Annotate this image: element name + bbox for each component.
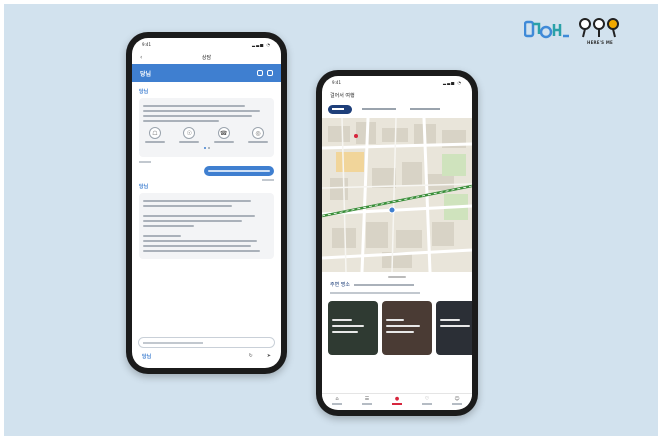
heresme-logo (579, 18, 619, 38)
home-icon: ⌂ (335, 396, 339, 402)
filter-chips (322, 102, 472, 116)
quick-menu-item[interactable]: ◎ (246, 127, 270, 143)
quick-menu-item[interactable]: ☉ (177, 127, 201, 143)
header-logo: 당님 (140, 70, 152, 78)
bot-avatar: 당님 (139, 184, 149, 190)
message-input[interactable] (138, 337, 275, 348)
chat-title: 상담 (201, 54, 212, 61)
profile-icon: ☺ (454, 396, 460, 402)
nearby-subtitle (330, 292, 420, 294)
chat-bottom-bar: 당님 ↻ ➤ (132, 350, 281, 362)
tab-favorites[interactable]: ♡ (422, 396, 432, 405)
quick-menu-item[interactable]: ☖ (143, 127, 167, 143)
menu-icon[interactable] (267, 70, 273, 76)
filter-chip-active[interactable] (328, 104, 352, 114)
heresme-caption: HERE'S ME (587, 40, 613, 45)
sheet-handle[interactable] (388, 276, 406, 278)
send-icon[interactable]: ➤ (267, 353, 271, 359)
status-bar: 9:41 ▂▃▅ ◔ (322, 76, 472, 88)
location-icon: ☉ (183, 127, 196, 139)
filter-chip[interactable] (358, 105, 400, 114)
place-card[interactable] (436, 301, 472, 355)
chat-header: 당님 (132, 64, 281, 82)
timestamp (262, 179, 274, 181)
tab-profile[interactable]: ☺ (452, 396, 462, 405)
bottom-logo: 당님 (142, 353, 152, 360)
status-bar: 9:41 ▂▃▅ ◔ (132, 38, 281, 50)
back-icon[interactable]: ‹ (140, 54, 142, 61)
phone-icon: ☎ (217, 127, 230, 139)
list-icon: ☰ (364, 396, 370, 402)
nearby-title-text: 주변 명소 (330, 282, 350, 288)
filter-chip[interactable] (406, 105, 444, 114)
bot-message (139, 193, 274, 259)
carousel-dots (143, 147, 270, 149)
map-pin-icon: ● (394, 396, 400, 402)
bottom-tab-bar: ⌂ ☰ ● ♡ ☺ (322, 393, 472, 407)
user-message-row (139, 166, 274, 176)
chat-title-bar: ‹ 상담 (132, 50, 281, 64)
status-icons: ▂▃▅ ◔ (252, 41, 271, 47)
map-page-title: 걸어서 여행 (330, 92, 355, 99)
phone-chat: 9:41 ▂▃▅ ◔ ‹ 상담 당님 당님 ☖ ☉ ☎ ◎ 당님 당님 ↻ ➤ (126, 32, 287, 374)
place-card[interactable] (382, 301, 432, 355)
bot-avatar: 당님 (139, 89, 149, 95)
map-graphic (322, 118, 472, 272)
nearby-section-title: 주변 명소 (322, 281, 472, 288)
user-message (204, 166, 274, 176)
chat-body: 당님 ☖ ☉ ☎ ◎ 당님 (132, 82, 281, 269)
tab-map[interactable]: ● (392, 396, 402, 405)
target-icon: ◎ (251, 127, 264, 139)
phone-map: 9:41 ▂▃▅ ◔ 걸어서 여행 주변 명소 ⌂ ☰ ● ♡ ☺ (316, 70, 478, 416)
quick-menu-item[interactable]: ☎ (212, 127, 236, 143)
bot-message: ☖ ☉ ☎ ◎ (139, 98, 274, 157)
timestamp (139, 161, 151, 163)
brand-logo (524, 20, 569, 39)
refresh-icon[interactable] (257, 70, 263, 76)
tab-list[interactable]: ☰ (362, 396, 372, 405)
heart-icon: ♡ (424, 396, 430, 402)
status-icons: ▂▃▅ ◔ (443, 79, 462, 85)
chat-screen: 9:41 ▂▃▅ ◔ ‹ 상담 당님 당님 ☖ ☉ ☎ ◎ 당님 당님 ↻ ➤ (132, 38, 281, 368)
map-screen: 9:41 ▂▃▅ ◔ 걸어서 여행 주변 명소 ⌂ ☰ ● ♡ ☺ (322, 76, 472, 410)
status-time: 9:41 (332, 79, 341, 85)
place-card[interactable] (328, 301, 378, 355)
reset-icon[interactable]: ↻ (249, 353, 253, 359)
home-icon: ☖ (149, 127, 161, 139)
place-cards (322, 298, 472, 358)
map-view[interactable] (322, 118, 472, 272)
quick-menu: ☖ ☉ ☎ ◎ (143, 127, 270, 143)
status-time: 9:41 (142, 41, 151, 47)
tab-home[interactable]: ⌂ (332, 396, 342, 405)
